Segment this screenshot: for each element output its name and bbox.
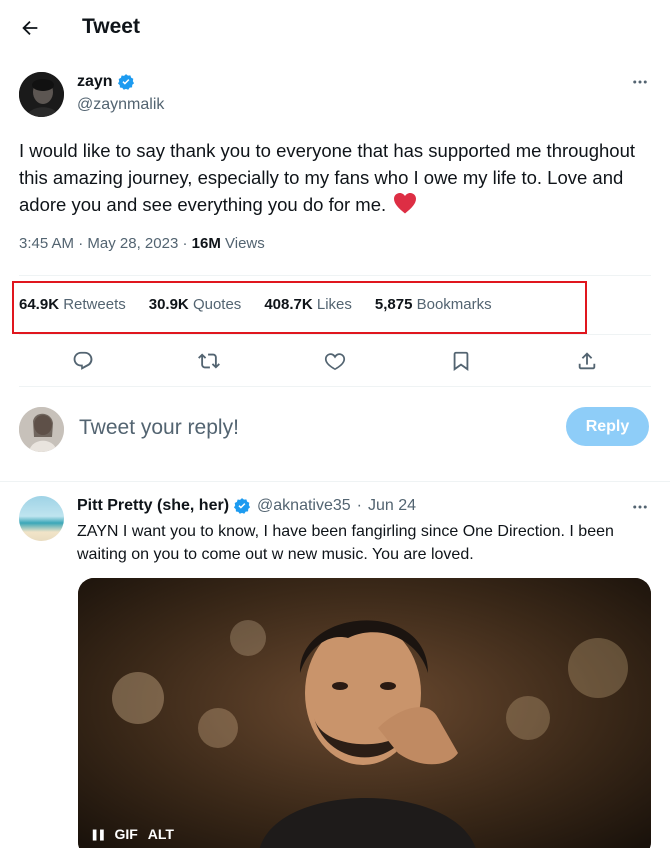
stat-count: 408.7K xyxy=(264,296,313,313)
back-button[interactable] xyxy=(16,14,44,42)
page-header: Tweet xyxy=(0,0,670,56)
stat-label: Quotes xyxy=(192,296,242,313)
author-avatar[interactable] xyxy=(19,72,64,117)
tweet-stats: 64.9K Retweets 30.9K Quotes 408.7K Likes… xyxy=(19,296,492,313)
page-title: Tweet xyxy=(82,15,140,38)
reply-icon xyxy=(73,351,93,370)
gif-image xyxy=(78,578,651,848)
arrow-left-icon xyxy=(22,20,38,36)
tweet-date[interactable]: May 28, 2023 xyxy=(87,235,178,252)
stat-count: 64.9K xyxy=(19,296,60,313)
share-icon xyxy=(578,352,596,370)
stat-count: 30.9K xyxy=(148,296,189,313)
tweet-text-body: I would like to say thank you to everyon… xyxy=(19,140,636,215)
media-controls: ❚❚ GIF ALT xyxy=(90,826,174,842)
reply-date[interactable]: Jun 24 xyxy=(368,497,416,515)
reply-submit-button[interactable]: Reply xyxy=(566,407,649,446)
tweet-more-button[interactable] xyxy=(629,71,651,93)
author-handle[interactable]: @zaynmalik xyxy=(77,96,164,114)
stat-label: Retweets xyxy=(63,296,126,313)
views-label: Views xyxy=(225,235,265,252)
like-button[interactable] xyxy=(320,346,350,376)
divider xyxy=(19,275,651,276)
divider xyxy=(19,334,651,335)
gif-badge: GIF xyxy=(114,826,138,842)
tweet-text: I would like to say thank you to everyon… xyxy=(19,137,659,218)
stat-likes[interactable]: 408.7K Likes xyxy=(264,296,352,313)
current-user-avatar[interactable] xyxy=(19,407,64,452)
reply-author-handle[interactable]: @aknative35 xyxy=(257,497,351,515)
reply-input[interactable] xyxy=(79,410,539,446)
pause-icon[interactable]: ❚❚ xyxy=(90,828,107,841)
divider xyxy=(19,386,651,387)
more-dots-icon xyxy=(633,80,647,84)
meta-separator: · xyxy=(78,235,88,252)
meta-separator: · xyxy=(182,235,192,252)
section-separator xyxy=(0,481,670,482)
stat-count: 5,875 xyxy=(374,296,413,313)
tweet-actions xyxy=(60,346,612,376)
red-heart-emoji-icon xyxy=(394,193,417,214)
reply-separator: · xyxy=(356,497,362,514)
alt-text-button[interactable]: ALT xyxy=(148,826,174,842)
stat-quotes[interactable]: 30.9K Quotes xyxy=(149,296,242,313)
retweet-button[interactable] xyxy=(194,346,224,376)
author-name[interactable]: zayn xyxy=(77,73,113,91)
reply-more-button[interactable] xyxy=(629,496,651,518)
more-dots-icon xyxy=(633,505,647,509)
bookmark-icon xyxy=(453,351,469,371)
reply-author-name[interactable]: Pitt Pretty (she, her) xyxy=(77,497,229,515)
reply-header: Pitt Pretty (she, her) @aknative35 · Jun… xyxy=(77,497,416,515)
tweet-time[interactable]: 3:45 AM xyxy=(19,235,74,252)
verified-badge-icon xyxy=(234,498,251,514)
verified-badge-icon xyxy=(117,74,134,90)
reply-text: ZAYN I want you to know, I have been fan… xyxy=(77,523,614,563)
author-name-row[interactable]: zayn xyxy=(77,73,135,91)
bookmark-button[interactable] xyxy=(446,346,476,376)
stat-bookmarks[interactable]: 5,875 Bookmarks xyxy=(375,296,492,313)
retweet-icon xyxy=(198,353,220,369)
reply-button[interactable] xyxy=(68,346,98,376)
stat-retweets[interactable]: 64.9K Retweets xyxy=(19,296,126,313)
stat-label: Bookmarks xyxy=(416,296,492,313)
views-count: 16M xyxy=(191,235,221,252)
reply-gif-media[interactable] xyxy=(78,578,651,848)
like-icon xyxy=(324,353,346,371)
reply-author-avatar[interactable] xyxy=(19,496,64,541)
share-button[interactable] xyxy=(572,346,602,376)
tweet-meta: 3:45 AM · May 28, 2023 · 16M Views xyxy=(19,235,265,252)
stat-label: Likes xyxy=(316,296,352,313)
